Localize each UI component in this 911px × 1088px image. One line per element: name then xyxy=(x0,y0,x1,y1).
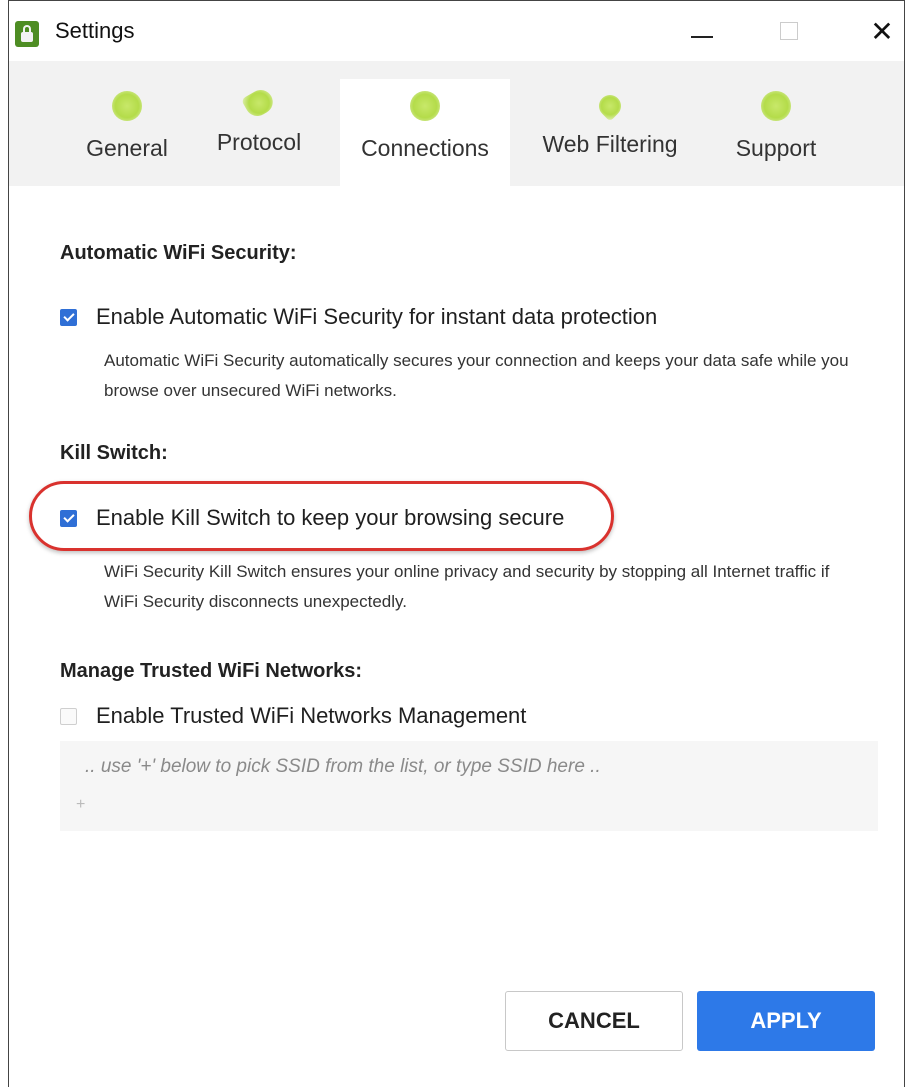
wifi-security-label: Enable Automatic WiFi Security for insta… xyxy=(96,304,658,329)
web-filtering-icon xyxy=(594,90,626,122)
kill-switch-checkbox[interactable] xyxy=(60,509,77,527)
tab-label: Support xyxy=(735,135,817,161)
tab-web-filtering[interactable]: Web Filtering xyxy=(535,79,685,186)
minimize-button[interactable] xyxy=(677,11,727,51)
ssid-placeholder: .. use '+' below to pick SSID from the l… xyxy=(85,756,601,777)
apply-button[interactable]: APPLY xyxy=(697,991,875,1051)
tab-general[interactable]: General xyxy=(67,79,187,186)
tab-bar: General Protocol Connections Web Filteri… xyxy=(9,61,904,186)
cancel-button[interactable]: CANCEL xyxy=(505,991,683,1051)
trusted-networks-label: Enable Trusted WiFi Networks Management xyxy=(96,703,527,728)
tab-label: Web Filtering xyxy=(542,131,678,157)
trusted-networks-heading: Manage Trusted WiFi Networks: xyxy=(60,660,363,682)
kill-switch-description: WiFi Security Kill Switch ensures your o… xyxy=(104,562,830,611)
settings-window: Settings ✕ General Protocol Connections … xyxy=(8,0,905,1088)
kill-switch-label: Enable Kill Switch to keep your browsing… xyxy=(96,505,565,530)
trusted-networks-checkbox[interactable] xyxy=(60,707,77,725)
gear-icon xyxy=(112,91,142,121)
trusted-networks-option[interactable]: Enable Trusted WiFi Networks Management xyxy=(60,703,526,729)
add-ssid-button[interactable]: + xyxy=(76,796,85,814)
connections-panel: Automatic WiFi Security: Enable Automati… xyxy=(9,186,904,1088)
tab-protocol[interactable]: Protocol xyxy=(203,79,315,186)
ssid-list-input[interactable]: .. use '+' below to pick SSID from the l… xyxy=(60,741,878,831)
close-button[interactable]: ✕ xyxy=(857,11,907,51)
tab-label: Connections xyxy=(361,135,489,161)
support-icon xyxy=(761,91,791,121)
window-title: Settings xyxy=(55,18,135,43)
wifi-security-checkbox[interactable] xyxy=(60,308,77,326)
maximize-button[interactable] xyxy=(764,11,814,51)
tab-label: General xyxy=(86,135,168,161)
connections-icon xyxy=(410,91,440,121)
tab-connections[interactable]: Connections xyxy=(340,79,510,186)
wifi-security-description: Automatic WiFi Security automatically se… xyxy=(104,351,849,400)
key-icon xyxy=(240,85,278,121)
wifi-security-option[interactable]: Enable Automatic WiFi Security for insta… xyxy=(60,304,657,330)
title-bar: Settings ✕ xyxy=(9,1,904,61)
kill-switch-heading: Kill Switch: xyxy=(60,442,168,464)
tab-support[interactable]: Support xyxy=(721,79,831,186)
wifi-security-heading: Automatic WiFi Security: xyxy=(60,242,297,264)
lock-app-icon xyxy=(15,21,39,47)
kill-switch-option[interactable]: Enable Kill Switch to keep your browsing… xyxy=(60,505,564,531)
tab-label: Protocol xyxy=(216,129,302,155)
